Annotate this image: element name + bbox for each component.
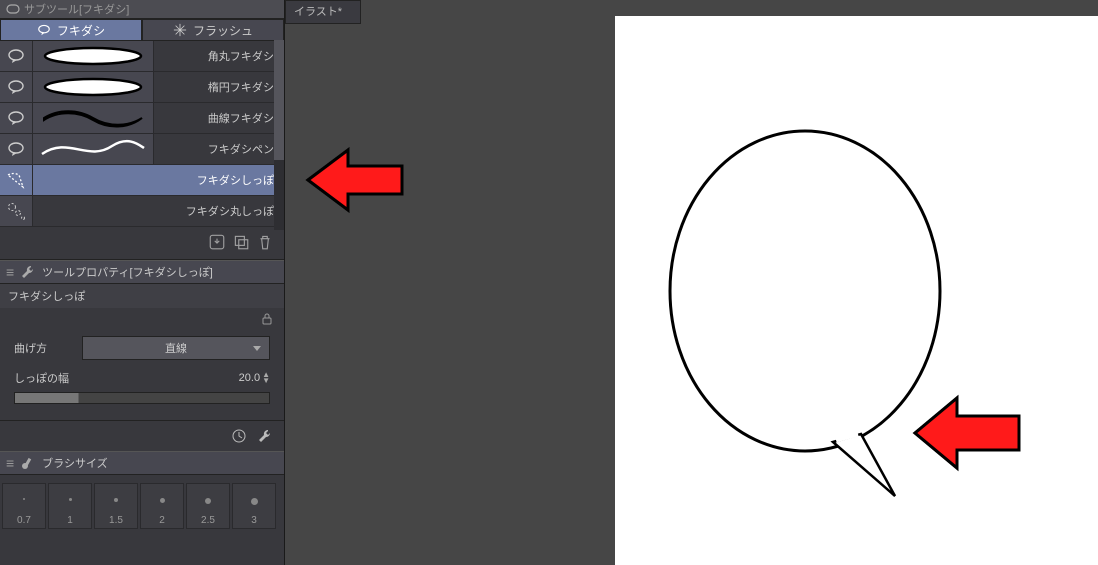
speech-bubble-icon <box>37 23 51 37</box>
tool-rounded-balloon[interactable]: 角丸フキダシ <box>0 41 284 72</box>
annotation-arrow-right <box>905 388 1025 478</box>
tool-label: フキダシ丸しっぽ <box>33 203 284 219</box>
tool-balloon-pen[interactable]: フキダシペン <box>0 134 284 165</box>
canvas[interactable] <box>615 16 1098 565</box>
trash-icon[interactable] <box>256 233 274 251</box>
tool-label: 楕円フキダシ <box>154 79 284 95</box>
preview-rounded <box>38 45 148 67</box>
import-icon[interactable] <box>208 233 226 251</box>
tool-label: 曲線フキダシ <box>154 110 284 126</box>
speech-bubble-icon <box>6 46 26 66</box>
wrench-icon[interactable] <box>256 427 274 445</box>
brush-size-grid: 0.7 1 1.5 2 2.5 3 <box>0 475 284 529</box>
tool-property-title: ツールプロパティ[フキダシしっぽ] <box>42 264 213 280</box>
round-tail-icon <box>5 200 27 222</box>
tab-flash-label: フラッシュ <box>193 22 253 39</box>
scrollbar-thumb[interactable] <box>274 40 284 160</box>
brush-size-item[interactable]: 2.5 <box>186 483 230 529</box>
bend-select[interactable]: 直線 <box>82 336 270 360</box>
subtool-crumb: サブツール[フキダシ] <box>0 0 284 19</box>
tab-balloon[interactable]: フキダシ <box>0 19 142 41</box>
brush-size-item[interactable]: 1 <box>48 483 92 529</box>
property-subtool-name: フキダシしっぽ <box>0 284 284 308</box>
speech-bubble-icon <box>6 108 26 128</box>
brush-size-title: ブラシサイズ <box>42 455 107 471</box>
tool-label: フキダシしっぽ <box>33 172 284 188</box>
brush-icon <box>20 455 36 471</box>
tool-ellipse-balloon[interactable]: 楕円フキダシ <box>0 72 284 103</box>
reset-icon[interactable] <box>230 427 248 445</box>
speech-balloon-drawing <box>615 16 1098 565</box>
document-tab[interactable]: イラスト* <box>285 0 361 24</box>
lock-icon[interactable] <box>260 312 274 326</box>
speech-bubble-icon <box>6 77 26 97</box>
tool-balloon-tail[interactable]: フキダシしっぽ <box>0 165 284 196</box>
tool-label: 角丸フキダシ <box>154 48 284 64</box>
brush-size-item[interactable]: 1.5 <box>94 483 138 529</box>
brush-size-item[interactable]: 3 <box>232 483 276 529</box>
tail-icon <box>5 169 27 191</box>
tool-property-header: ≡ ツールプロパティ[フキダシしっぽ] <box>0 260 284 284</box>
preview-curve <box>38 107 148 129</box>
bend-label: 曲げ方 <box>14 340 70 356</box>
tail-width-label: しっぽの幅 <box>14 370 69 386</box>
speech-bubble-icon <box>6 139 26 159</box>
balloon-group-icon <box>6 2 20 16</box>
tool-balloon-round-tail[interactable]: フキダシ丸しっぽ <box>0 196 284 227</box>
tab-flash[interactable]: フラッシュ <box>142 19 284 41</box>
tail-width-slider[interactable] <box>14 392 270 404</box>
menu-icon[interactable]: ≡ <box>6 455 14 471</box>
tool-curve-balloon[interactable]: 曲線フキダシ <box>0 103 284 134</box>
annotation-arrow-left <box>298 140 408 220</box>
preview-pen <box>38 138 148 160</box>
menu-icon[interactable]: ≡ <box>6 264 14 280</box>
preview-ellipse <box>38 76 148 98</box>
duplicate-icon[interactable] <box>232 233 250 251</box>
subtool-list: 角丸フキダシ 楕円フキダシ 曲線フキダシ フキダシペン フキダシしっぽ <box>0 41 284 227</box>
wrench-icon <box>20 264 36 280</box>
brush-size-item[interactable]: 2 <box>140 483 184 529</box>
brush-size-item[interactable]: 0.7 <box>2 483 46 529</box>
tab-balloon-label: フキダシ <box>57 22 105 39</box>
tool-label: フキダシペン <box>154 141 284 157</box>
brush-size-header: ≡ ブラシサイズ <box>0 451 284 475</box>
tail-width-value[interactable]: 20.0 ▲▼ <box>239 372 270 384</box>
flash-icon <box>173 23 187 37</box>
